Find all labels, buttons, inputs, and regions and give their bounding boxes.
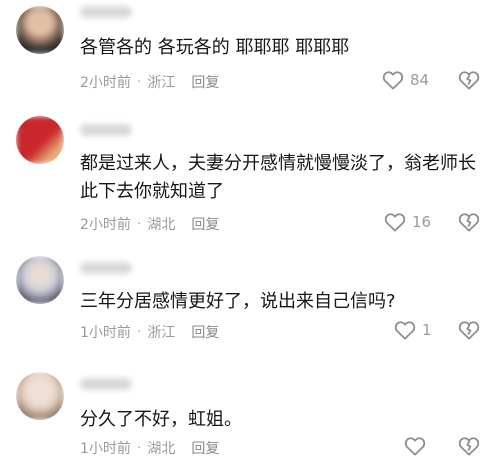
reply-button[interactable]: 回复 — [191, 438, 219, 458]
comment-time: 2小时前 — [80, 75, 131, 91]
dislike-button[interactable] — [458, 320, 480, 340]
comment-time: 2小时前 — [80, 217, 131, 233]
comment-text: 都是过来人，夫妻分开感情就慢慢淡了，翁老师长此下去你就知道了 — [80, 153, 476, 202]
separator-dot: · — [136, 74, 142, 90]
reply-button[interactable]: 回复 — [191, 72, 219, 92]
comment-location: 浙江 — [147, 75, 176, 91]
comment-text: 各管各的 各玩各的 耶耶耶 耶耶耶 — [80, 37, 350, 58]
username-blurred[interactable] — [80, 262, 132, 274]
like-count: 1 — [422, 321, 432, 339]
like-button[interactable] — [404, 436, 426, 456]
heart-outline-icon — [382, 71, 404, 90]
broken-heart-outline-icon — [458, 71, 480, 90]
broken-heart-outline-icon — [458, 321, 480, 340]
dislike-button[interactable] — [458, 212, 480, 232]
comment-time: 1小时前 — [80, 325, 131, 341]
avatar[interactable] — [16, 6, 64, 54]
broken-heart-outline-icon — [458, 437, 480, 456]
comment-meta: 2小时前 · 浙江 回复 — [80, 72, 219, 92]
like-button[interactable]: 16 — [384, 212, 431, 232]
separator-dot: · — [136, 324, 142, 340]
separator-dot: · — [136, 216, 142, 232]
comment-location: 湖北 — [147, 441, 176, 457]
comment-meta: 1小时前 · 浙江 回复 — [80, 322, 219, 342]
comment-meta: 2小时前 · 湖北 回复 — [80, 214, 219, 234]
reply-button[interactable]: 回复 — [191, 214, 219, 234]
comment-location: 浙江 — [147, 325, 176, 341]
broken-heart-outline-icon — [458, 213, 480, 232]
heart-outline-icon — [384, 213, 406, 232]
comment-text: 分久了不好，虹姐。 — [80, 409, 242, 430]
dislike-button[interactable] — [458, 436, 480, 456]
like-count: 84 — [410, 71, 430, 89]
comment-text: 三年分居感情更好了，说出来自己信吗? — [80, 291, 396, 312]
comment-time: 1小时前 — [80, 441, 131, 457]
username-blurred[interactable] — [80, 124, 132, 136]
like-count: 16 — [412, 213, 432, 231]
avatar[interactable] — [16, 256, 64, 304]
separator-dot: · — [136, 440, 142, 456]
avatar[interactable] — [16, 116, 64, 164]
avatar[interactable] — [16, 372, 64, 420]
heart-outline-icon — [394, 321, 416, 340]
heart-outline-icon — [404, 437, 426, 456]
reply-button[interactable]: 回复 — [191, 322, 219, 342]
comment-meta: 1小时前 · 湖北 回复 — [80, 438, 219, 458]
dislike-button[interactable] — [458, 70, 480, 90]
comment-location: 湖北 — [147, 217, 176, 233]
like-button[interactable]: 1 — [394, 320, 432, 340]
username-blurred[interactable] — [80, 6, 132, 18]
like-button[interactable]: 84 — [382, 70, 429, 90]
username-blurred[interactable] — [80, 378, 132, 390]
